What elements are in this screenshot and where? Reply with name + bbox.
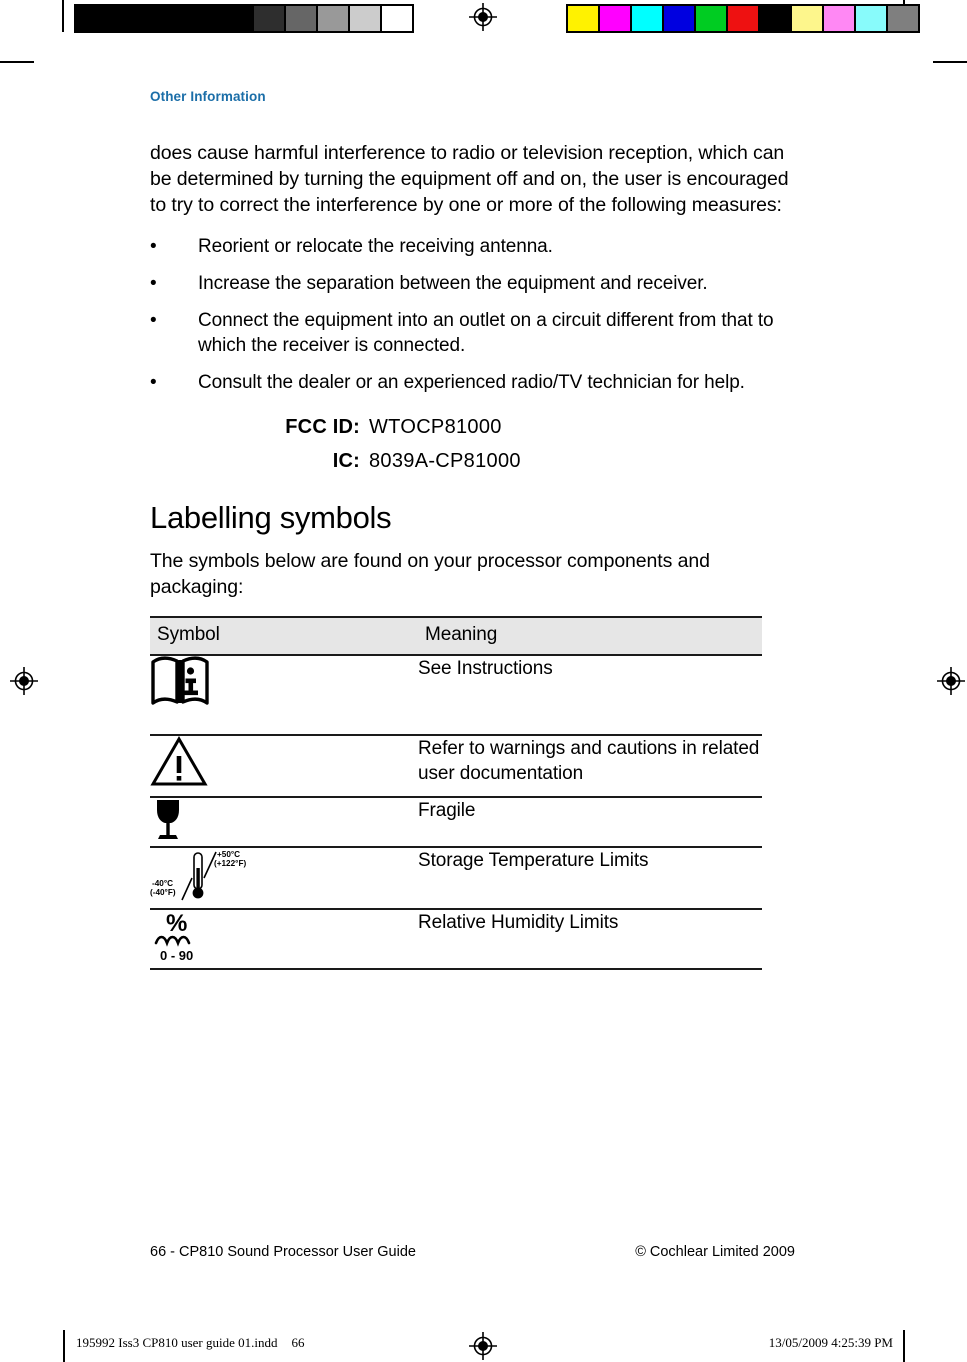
table-row: +50°C (+122°F) -40°C (-40°F) Storage Tem… bbox=[150, 847, 762, 910]
storage-temperature-icon: +50°C (+122°F) -40°C (-40°F) bbox=[150, 850, 246, 901]
page-title: Labelling symbols bbox=[150, 500, 392, 535]
temp-upper-celsius: +50°C bbox=[217, 850, 240, 859]
slug-file-info: 195992 Iss3 CP810 user guide 01.indd 66 bbox=[76, 1335, 305, 1351]
meaning-cell: Storage Temperature Limits bbox=[418, 847, 762, 910]
fcc-id-value: WTOCP81000 bbox=[369, 416, 502, 438]
see-instructions-icon bbox=[151, 656, 209, 705]
table-header-row: Symbol Meaning bbox=[150, 616, 762, 656]
warning-triangle-icon bbox=[150, 736, 208, 786]
list-item: • Reorient or relocate the receiving ant… bbox=[150, 234, 790, 259]
ic-id-label: IC: bbox=[332, 450, 360, 472]
measures-list: • Reorient or relocate the receiving ant… bbox=[150, 234, 790, 395]
print-slug-line: 195992 Iss3 CP810 user guide 01.indd 66 1… bbox=[0, 1330, 967, 1362]
column-header-meaning: Meaning bbox=[418, 616, 762, 656]
running-head: Other Information bbox=[150, 89, 266, 104]
list-item-label: Reorient or relocate the receiving anten… bbox=[198, 236, 553, 257]
slug-rule-left bbox=[63, 1330, 65, 1362]
table-row: Fragile bbox=[150, 797, 762, 848]
list-item-label: Consult the dealer or an experienced rad… bbox=[198, 372, 745, 393]
list-item: • Consult the dealer or an experienced r… bbox=[150, 370, 790, 395]
fcc-id-row: FCC ID: WTOCP81000 bbox=[150, 415, 790, 439]
humidity-range-label: 0 - 90 bbox=[160, 948, 193, 963]
footer-left-text: 66 - CP810 Sound Processor User Guide bbox=[150, 1244, 416, 1260]
page-content: does cause harmful interference to radio… bbox=[150, 140, 790, 970]
ic-id-row: IC: 8039A-CP81000 bbox=[150, 449, 790, 473]
fragile-glass-icon bbox=[157, 800, 179, 839]
column-header-symbol: Symbol bbox=[150, 616, 418, 656]
bullet-icon: • bbox=[150, 372, 157, 393]
symbol-cell bbox=[150, 655, 418, 736]
table-row: See Instructions bbox=[150, 655, 762, 736]
intro-paragraph: does cause harmful interference to radio… bbox=[150, 142, 789, 216]
relative-humidity-icon: % 0 - 90 bbox=[154, 910, 193, 963]
table-row: Refer to warnings and cautions in relate… bbox=[150, 735, 762, 798]
temp-lower-celsius: -40°C bbox=[152, 879, 173, 888]
registration-target-icon-bottom bbox=[468, 1331, 498, 1361]
meaning-cell: See Instructions bbox=[418, 655, 762, 736]
list-item: • Connect the equipment into an outlet o… bbox=[150, 308, 790, 358]
list-item-label: Connect the equipment into an outlet on … bbox=[198, 310, 774, 356]
meaning-cell: Fragile bbox=[418, 797, 762, 848]
section-intro-paragraph: The symbols below are found on your proc… bbox=[150, 550, 710, 598]
symbol-cell: +50°C (+122°F) -40°C (-40°F) bbox=[150, 847, 418, 910]
ic-id-value: 8039A-CP81000 bbox=[369, 450, 521, 472]
symbol-cell bbox=[150, 735, 418, 798]
list-item: • Increase the separation between the eq… bbox=[150, 271, 790, 296]
humidity-percent-glyph: % bbox=[166, 910, 187, 937]
bullet-icon: • bbox=[150, 273, 157, 294]
slug-rule-right bbox=[903, 1330, 905, 1362]
footer-right-text: © Cochlear Limited 2009 bbox=[635, 1244, 795, 1260]
slug-page-number: 66 bbox=[291, 1335, 305, 1350]
labelling-symbols-table: Symbol Meaning See Instructions Refer to… bbox=[150, 616, 762, 970]
symbol-cell: % 0 - 90 bbox=[150, 909, 418, 970]
page-footer: 66 - CP810 Sound Processor User Guide © … bbox=[150, 1244, 795, 1260]
bullet-icon: • bbox=[150, 236, 157, 257]
fcc-id-label: FCC ID: bbox=[285, 416, 360, 438]
list-item-label: Increase the separation between the equi… bbox=[198, 273, 708, 294]
temp-lower-fahrenheit: (-40°F) bbox=[150, 888, 176, 897]
slug-timestamp: 13/05/2009 4:25:39 PM bbox=[768, 1335, 893, 1350]
temp-upper-fahrenheit: (+122°F) bbox=[214, 859, 246, 868]
regulatory-id-block: FCC ID: WTOCP81000 IC: 8039A-CP81000 bbox=[150, 415, 790, 473]
meaning-cell: Refer to warnings and cautions in relate… bbox=[418, 735, 762, 798]
meaning-cell: Relative Humidity Limits bbox=[418, 909, 762, 970]
slug-filename: 195992 Iss3 CP810 user guide 01.indd bbox=[76, 1335, 278, 1350]
table-row: % 0 - 90 Relative Humidity Limits bbox=[150, 909, 762, 970]
document-page: Other Information does cause harmful int… bbox=[0, 0, 967, 1362]
symbol-cell bbox=[150, 797, 418, 848]
bullet-icon: • bbox=[150, 310, 157, 331]
